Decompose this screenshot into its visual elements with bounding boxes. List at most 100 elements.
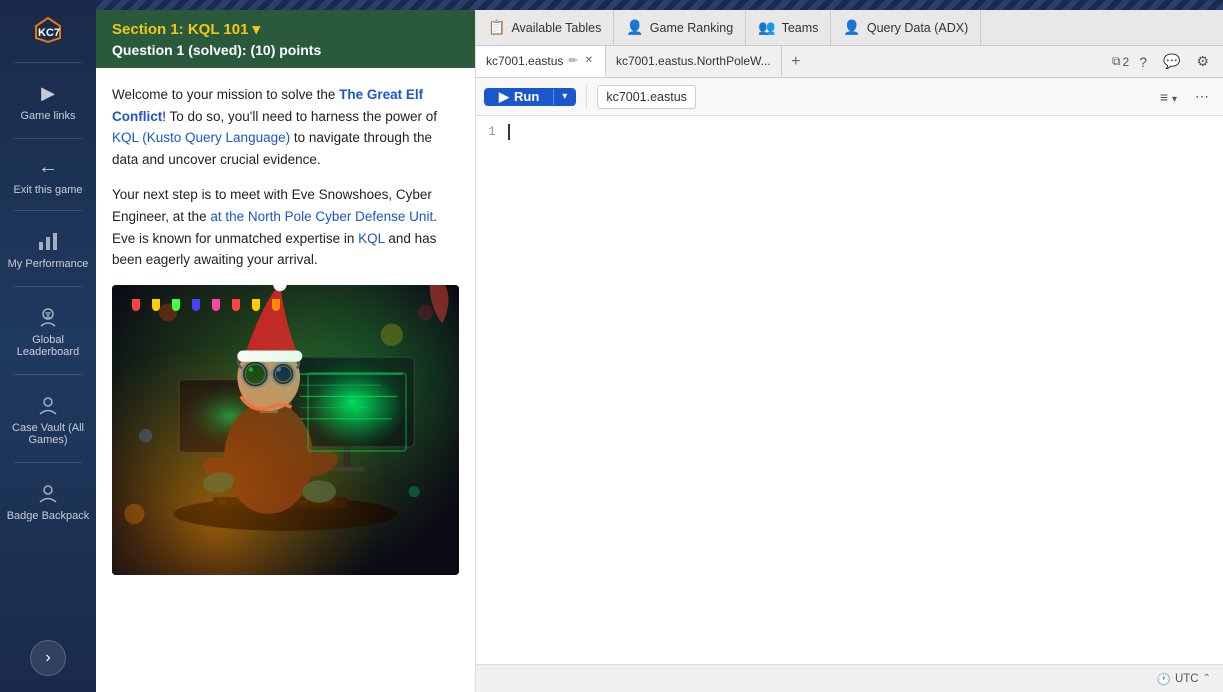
utc-label: UTC <box>1175 673 1199 685</box>
light-pink <box>212 299 220 311</box>
sidebar: KC7 ▶ Game links ← Exit this game My Per… <box>0 0 96 692</box>
copy-count: 2 <box>1123 55 1130 69</box>
run-button-group: ▶ Run ▾ <box>484 88 576 106</box>
add-tab-icon: + <box>791 53 800 71</box>
left-panel: Section 1: KQL 101 ▾ Question 1 (solved)… <box>96 10 476 692</box>
query-editor[interactable]: 1 <box>476 116 1223 664</box>
share-chevron-icon: ▾ <box>1172 94 1177 105</box>
badge-backpack-icon <box>34 479 62 507</box>
feedback-icon: 💬 <box>1163 53 1180 69</box>
elf-scene-bg <box>112 285 459 575</box>
sidebar-item-label-case-vault: Case Vault (All Games) <box>6 422 90 446</box>
game-ranking-icon: 👤 <box>626 19 643 36</box>
christmas-lights <box>112 299 459 319</box>
editor-cursor <box>508 124 510 140</box>
query-tabs-bar: kc7001.eastus ✏ ✕ kc7001.eastus.NorthPol… <box>476 46 1223 78</box>
query-data-icon: 👤 <box>843 19 860 36</box>
sidebar-item-label-exit: Exit this game <box>13 184 82 196</box>
light-orange <box>272 299 280 311</box>
sidebar-divider-6 <box>14 462 81 463</box>
sidebar-item-badge-backpack[interactable]: Badge Backpack <box>0 469 96 532</box>
utc-collapse-icon[interactable]: ⌃ <box>1203 673 1211 684</box>
tab-label-query-data: Query Data (ADX) <box>867 21 968 35</box>
mission-paragraph-2: Your next step is to meet with Eve Snows… <box>112 184 459 270</box>
teams-icon: 👥 <box>758 19 775 36</box>
share-icon: ≡ <box>1160 89 1168 105</box>
copy-icon: ⧉ <box>1112 54 1121 69</box>
settings-button[interactable]: ⚙ <box>1190 49 1215 74</box>
exit-icon: ← <box>34 153 62 181</box>
tab-right-controls: ⧉ 2 ? 💬 ⚙ <box>1104 46 1223 77</box>
add-query-tab-button[interactable]: + <box>782 46 810 77</box>
more-options-icon: ⋯ <box>1195 88 1209 104</box>
feedback-button[interactable]: 💬 <box>1157 49 1186 74</box>
run-dropdown-chevron-icon: ▾ <box>562 91 567 102</box>
query-tab-1[interactable]: kc7001.eastus ✏ ✕ <box>476 46 606 77</box>
tab-available-tables[interactable]: 📋 Available Tables <box>476 10 614 45</box>
kc7-logo-icon: KC7 <box>34 16 62 44</box>
status-bar: 🕐 UTC ⌃ <box>476 664 1223 692</box>
sidebar-item-label-badge-backpack: Badge Backpack <box>7 510 90 522</box>
highlight-kql: KQL (Kusto Query Language) <box>112 130 290 145</box>
tab-query-data[interactable]: 👤 Query Data (ADX) <box>831 10 981 45</box>
query-tab-2[interactable]: kc7001.eastus.NorthPoleW... <box>606 46 782 77</box>
sidebar-divider-5 <box>14 374 81 375</box>
highlight-kql-2: KQL <box>358 231 385 246</box>
toolbar-separator <box>586 85 587 109</box>
run-button[interactable]: ▶ Run <box>485 89 553 105</box>
tab-teams[interactable]: 👥 Teams <box>746 10 831 45</box>
expand-chevron-icon: › <box>45 649 50 667</box>
query-tab-2-label: kc7001.eastus.NorthPoleW... <box>616 54 771 68</box>
highlight-great-elf: The Great Elf Conflict <box>112 87 423 124</box>
sidebar-expand-button[interactable]: › <box>30 640 66 676</box>
share-results-button[interactable]: ≡ ▾ <box>1154 85 1183 109</box>
left-panel-content: Welcome to your mission to solve the The… <box>96 68 475 692</box>
tab-game-ranking[interactable]: 👤 Game Ranking <box>614 10 746 45</box>
clock-icon: 🕐 <box>1157 672 1171 686</box>
help-icon: ? <box>1139 54 1147 70</box>
light-red-2 <box>232 299 240 311</box>
game-links-icon: ▶ <box>34 79 62 107</box>
line-number-1: 1 <box>488 124 496 139</box>
tab-label-available-tables: Available Tables <box>511 21 601 35</box>
query-tab-1-close[interactable]: ✕ <box>583 54 595 67</box>
tab-label-game-ranking: Game Ranking <box>650 21 733 35</box>
sidebar-item-my-performance[interactable]: My Performance <box>0 217 96 280</box>
svg-text:KC7: KC7 <box>38 27 60 39</box>
section-header: Section 1: KQL 101 ▾ Question 1 (solved)… <box>96 10 475 68</box>
sidebar-item-global-leaderboard[interactable]: Global Leaderboard <box>0 293 96 368</box>
edit-icon: ✏ <box>568 54 577 67</box>
logo-area: KC7 <box>34 8 62 56</box>
sidebar-divider-1 <box>14 62 81 63</box>
utc-status[interactable]: 🕐 UTC ⌃ <box>1157 672 1211 686</box>
sidebar-divider-4 <box>14 286 81 287</box>
light-green <box>172 299 180 311</box>
light-blue <box>192 299 200 311</box>
query-tab-1-label: kc7001.eastus <box>486 54 563 68</box>
mission-image <box>112 285 459 575</box>
run-icon: ▶ <box>499 89 509 105</box>
highlight-north-pole: at the North Pole Cyber Defense Unit <box>210 209 433 224</box>
help-button[interactable]: ? <box>1133 50 1153 74</box>
tab-bar-spacer <box>810 46 1104 77</box>
section-title-area: Section 1: KQL 101 ▾ <box>112 20 459 38</box>
sidebar-item-case-vault[interactable]: Case Vault (All Games) <box>0 381 96 456</box>
sidebar-item-exit-game[interactable]: ← Exit this game <box>0 145 96 204</box>
sidebar-item-game-links[interactable]: ▶ Game links <box>0 69 96 132</box>
cluster-selector[interactable]: kc7001.eastus <box>597 85 696 109</box>
tab-label-teams: Teams <box>782 21 819 35</box>
run-label: Run <box>514 89 539 104</box>
run-dropdown-button[interactable]: ▾ <box>553 89 575 105</box>
section-dropdown-icon[interactable]: ▾ <box>252 20 260 38</box>
sidebar-item-label-game-links: Game links <box>20 110 75 122</box>
light-red <box>132 299 140 311</box>
monitor-glow <box>307 372 407 452</box>
top-stripe-decoration <box>96 0 1223 10</box>
copy-windows-button[interactable]: ⧉ 2 <box>1112 54 1129 69</box>
top-tab-bar: 📋 Available Tables 👤 Game Ranking 👥 Team… <box>476 10 1223 46</box>
main-area: Section 1: KQL 101 ▾ Question 1 (solved)… <box>96 0 1223 692</box>
settings-gear-icon: ⚙ <box>1196 53 1209 69</box>
more-options-button[interactable]: ⋯ <box>1189 84 1215 109</box>
available-tables-icon: 📋 <box>488 19 505 36</box>
light-yellow <box>152 299 160 311</box>
